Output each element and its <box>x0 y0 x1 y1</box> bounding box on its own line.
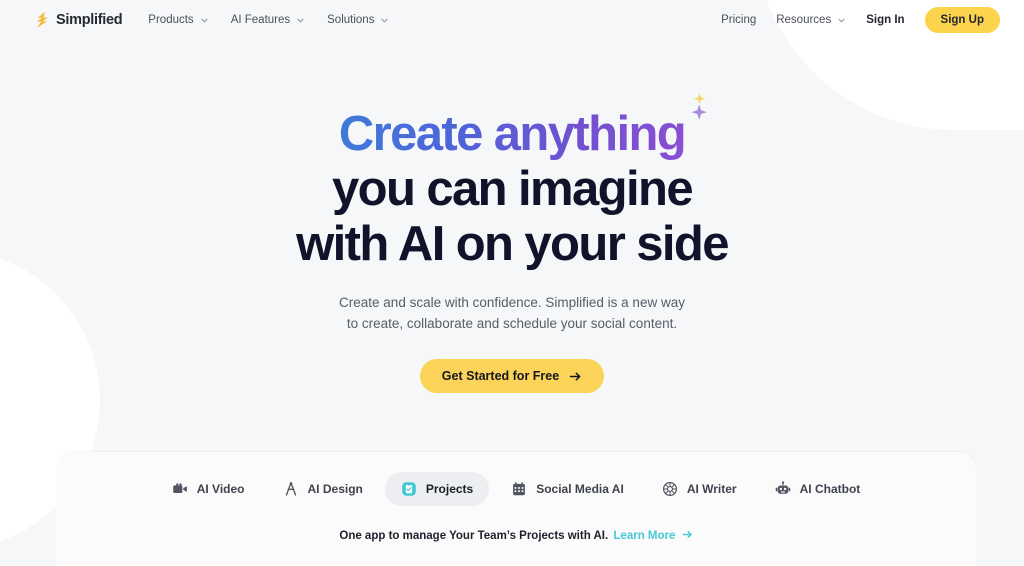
primary-nav: Products AI Features Solutions <box>148 14 389 26</box>
robot-icon <box>775 481 791 497</box>
nav-item-resources[interactable]: Resources <box>776 14 846 26</box>
chevron-down-icon <box>296 16 305 25</box>
tab-projects-label: Projects <box>425 482 474 496</box>
tab-ai-video[interactable]: AI Video <box>156 472 261 506</box>
chevron-down-icon <box>837 16 846 25</box>
video-camera-icon <box>172 481 188 497</box>
secondary-nav: Pricing Resources Sign In Sign Up <box>721 7 1000 33</box>
chevron-down-icon <box>200 16 209 25</box>
get-started-label: Get Started for Free <box>441 369 560 383</box>
sign-up-button[interactable]: Sign Up <box>924 7 1000 33</box>
nav-item-ai-features[interactable]: AI Features <box>231 14 305 26</box>
tab-ai-design[interactable]: AI Design <box>267 472 379 506</box>
sign-in-link[interactable]: Sign In <box>866 14 904 26</box>
hero-cta-container: Get Started for Free <box>0 359 1024 393</box>
calendar-icon <box>511 481 527 497</box>
tab-ai-writer[interactable]: AI Writer <box>646 472 753 506</box>
tab-ai-writer-label: AI Writer <box>686 482 737 496</box>
nav-item-products[interactable]: Products <box>148 14 208 26</box>
arrow-right-icon <box>679 530 693 542</box>
headline-line-3: with AI on your side <box>296 217 729 271</box>
top-navigation-bar: Simplified Products AI Features Solution… <box>0 0 1024 40</box>
nav-item-solutions-label: Solutions <box>327 14 375 26</box>
arrow-right-icon <box>569 370 582 383</box>
headline-line-2: you can imagine <box>332 162 694 216</box>
nav-item-pricing-label: Pricing <box>721 14 757 26</box>
headline-gradient-text: Create anything <box>338 107 687 161</box>
tab-ai-design-label: AI Design <box>307 482 363 496</box>
tab-ai-chatbot[interactable]: AI Chatbot <box>759 472 877 506</box>
hero-subtitle-line-1: Create and scale with confidence. Simpli… <box>339 295 685 310</box>
product-showcase-card: AI Video AI Design Projects Social Media… <box>56 452 976 566</box>
clipboard-check-icon <box>401 481 417 497</box>
hero-subtitle: Create and scale with confidence. Simpli… <box>0 292 1024 334</box>
chevron-down-icon <box>380 16 389 25</box>
sparkle-icon <box>679 91 709 135</box>
tab-ai-video-label: AI Video <box>196 482 245 496</box>
get-started-button[interactable]: Get Started for Free <box>419 359 605 393</box>
nav-item-ai-features-label: AI Features <box>230 14 291 26</box>
product-tagline-text: One app to manage Your Team’s Projects w… <box>339 530 609 542</box>
sign-in-label: Sign In <box>866 14 905 26</box>
product-tab-bar: AI Video AI Design Projects Social Media… <box>56 452 976 506</box>
tab-projects[interactable]: Projects <box>384 472 490 506</box>
nav-item-resources-label: Resources <box>776 14 832 26</box>
product-tagline: One app to manage Your Team’s Projects w… <box>56 529 976 542</box>
simplified-bolt-logo-icon <box>34 11 51 29</box>
hero-subtitle-line-2: to create, collaborate and schedule your… <box>346 316 678 331</box>
tab-social-media-ai-label: Social Media AI <box>536 482 624 496</box>
page-title: Create anything you can imagine with AI … <box>0 93 1024 272</box>
tab-social-media-ai[interactable]: Social Media AI <box>495 472 640 506</box>
writer-gear-icon <box>662 481 678 497</box>
tab-ai-chatbot-label: AI Chatbot <box>799 482 861 496</box>
hero-section: Create anything you can imagine with AI … <box>0 40 1024 393</box>
design-compass-icon <box>283 481 299 497</box>
nav-item-solutions[interactable]: Solutions <box>327 14 389 26</box>
learn-more-label: Learn More <box>613 530 676 542</box>
headline-line-1: Create anything <box>338 93 707 162</box>
brand-logo[interactable]: Simplified <box>34 11 123 29</box>
brand-name: Simplified <box>56 12 123 28</box>
nav-item-products-label: Products <box>148 14 194 26</box>
nav-item-pricing[interactable]: Pricing <box>721 14 756 26</box>
learn-more-link[interactable]: Learn More <box>613 530 692 542</box>
